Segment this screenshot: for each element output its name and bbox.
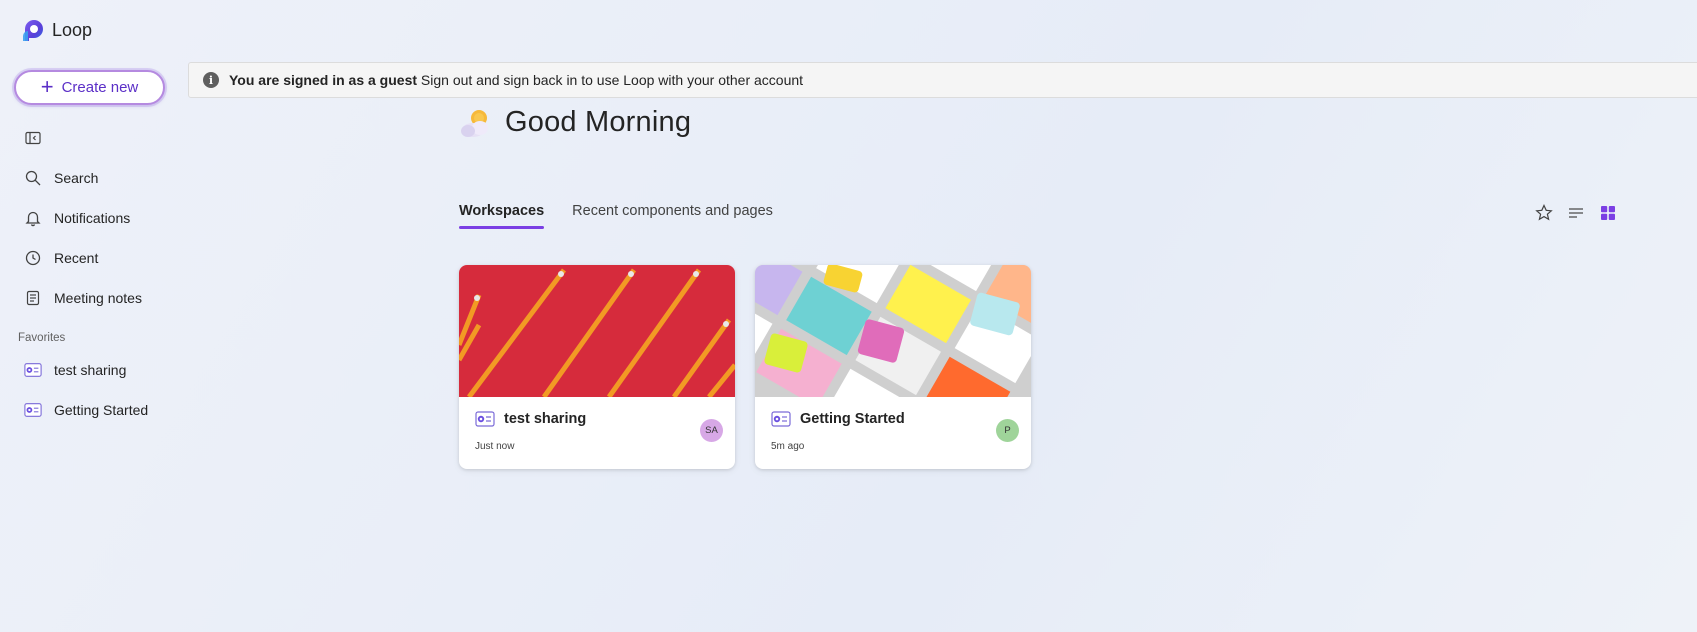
- grid-view-icon[interactable]: [1598, 203, 1618, 223]
- sidebar: Loop + Create new Search Notifications R…: [0, 0, 180, 632]
- greeting: Good Morning: [459, 106, 691, 139]
- sidebar-item-notifications[interactable]: Notifications: [24, 206, 130, 230]
- avatar: SA: [700, 419, 723, 442]
- clock-icon: [25, 250, 41, 266]
- workspace-card-getting-started[interactable]: Getting Started 5m ago P: [755, 265, 1031, 469]
- plus-icon: +: [40, 73, 54, 99]
- sidebar-item-meeting-notes[interactable]: Meeting notes: [24, 286, 142, 310]
- guest-banner: i You are signed in as a guest Sign out …: [188, 62, 1697, 98]
- sidebar-item-label: Recent: [54, 250, 99, 266]
- workspace-card-test-sharing[interactable]: test sharing Just now SA: [459, 265, 735, 469]
- card-title-row: Getting Started: [771, 411, 905, 427]
- card-timestamp: 5m ago: [771, 441, 805, 452]
- favorite-item-test-sharing[interactable]: test sharing: [24, 358, 126, 382]
- sidebar-item-label: Meeting notes: [54, 290, 142, 306]
- card-title: test sharing: [504, 411, 587, 427]
- favorite-item-label: Getting Started: [54, 402, 149, 418]
- greeting-title: Good Morning: [505, 106, 692, 138]
- create-new-label: Create new: [61, 79, 139, 96]
- card-title-row: test sharing: [475, 411, 586, 427]
- sun-cloud-icon: [461, 109, 488, 137]
- workspace-icon: [771, 411, 791, 427]
- card-timestamp: Just now: [475, 441, 515, 452]
- list-view-icon[interactable]: [1566, 203, 1586, 223]
- card-title: Getting Started: [800, 411, 905, 427]
- collapse-sidebar-button[interactable]: [24, 126, 42, 150]
- sidebar-item-label: Notifications: [54, 210, 131, 226]
- sidebar-item-label: Search: [54, 170, 99, 186]
- search-icon: [25, 170, 41, 186]
- banner-text: Sign out and sign back in to use Loop wi…: [420, 72, 804, 88]
- favorite-item-getting-started[interactable]: Getting Started: [24, 398, 148, 422]
- workspace-icon: [475, 411, 495, 427]
- card-cover-pencils: [459, 265, 735, 397]
- favorites-header: Favorites: [18, 332, 66, 344]
- app-brand[interactable]: Loop: [20, 17, 92, 43]
- sidebar-item-recent[interactable]: Recent: [24, 246, 98, 270]
- sidebar-item-search[interactable]: Search: [24, 166, 98, 190]
- bell-icon: [25, 211, 41, 227]
- home-tabs: Workspaces Recent components and pages: [459, 203, 773, 229]
- view-toolbar: [1534, 203, 1618, 223]
- notes-icon: [26, 290, 40, 306]
- loop-logo-icon: [23, 20, 43, 41]
- collapse-sidebar-icon: [25, 131, 41, 145]
- tab-workspaces[interactable]: Workspaces: [459, 203, 545, 229]
- avatar: P: [996, 419, 1019, 442]
- info-icon: i: [203, 72, 219, 88]
- favorite-item-label: test sharing: [54, 362, 127, 378]
- banner-bold-text: You are signed in as a guest: [229, 72, 418, 88]
- star-icon[interactable]: [1534, 203, 1554, 223]
- tab-recent-components[interactable]: Recent components and pages: [572, 203, 773, 229]
- workspace-icon: [24, 363, 42, 377]
- workspace-icon: [24, 403, 42, 417]
- card-cover-sticky-notes: [755, 265, 1031, 397]
- app-name: Loop: [52, 19, 93, 40]
- create-new-button[interactable]: + Create new: [14, 70, 165, 105]
- banner-message: You are signed in as a guest Sign out an…: [229, 72, 803, 88]
